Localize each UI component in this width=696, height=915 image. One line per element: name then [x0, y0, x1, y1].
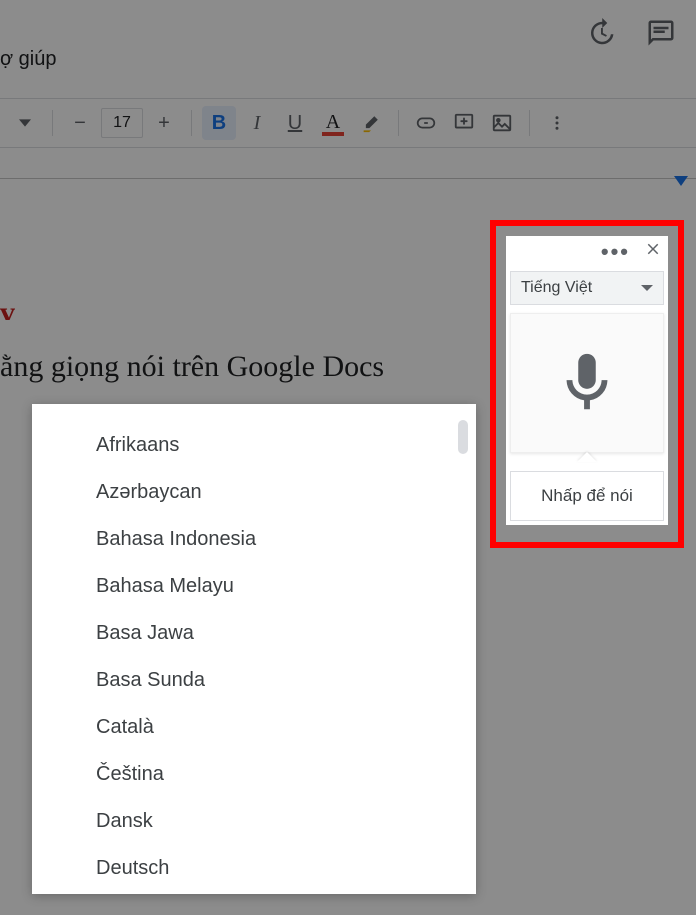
dropdown-caret-icon[interactable]	[8, 106, 42, 140]
add-comment-button[interactable]	[447, 106, 481, 140]
language-option[interactable]: Azərbaycan	[32, 469, 476, 516]
voice-typing-panel: ••• Tiếng Việt Nhấp để nói	[506, 236, 668, 525]
more-button[interactable]	[540, 106, 574, 140]
insert-image-button[interactable]	[485, 106, 519, 140]
separator	[529, 110, 530, 136]
ruler	[0, 178, 696, 179]
italic-button[interactable]: I	[240, 106, 274, 140]
voice-typing-highlight: ••• Tiếng Việt Nhấp để nói	[490, 220, 684, 548]
font-size-input[interactable]: 17	[101, 108, 143, 138]
language-option[interactable]: Català	[32, 704, 476, 751]
language-option[interactable]: Čeština	[32, 751, 476, 798]
underline-button[interactable]: U	[278, 106, 312, 140]
voice-language-select[interactable]: Tiếng Việt	[510, 271, 664, 305]
language-option[interactable]: Bahasa Indonesia	[32, 516, 476, 563]
font-size-decrease[interactable]: −	[63, 106, 97, 140]
microphone-icon	[552, 338, 622, 428]
text-color-button[interactable]: A	[316, 106, 350, 140]
toolbar: − 17 + B I U A	[0, 98, 696, 148]
menu-help[interactable]: ợ giúp	[0, 48, 56, 71]
separator	[191, 110, 192, 136]
bold-button[interactable]: B	[202, 106, 236, 140]
language-option[interactable]: Bahasa Melayu	[32, 563, 476, 610]
chevron-down-icon	[641, 285, 653, 291]
ruler-indent-marker[interactable]	[674, 176, 688, 186]
scrollbar-thumb[interactable]	[458, 420, 468, 454]
more-options-icon[interactable]: •••	[601, 247, 630, 257]
language-option[interactable]: Afrikaans	[32, 422, 476, 469]
voice-prompt-label: Nhấp để nói	[510, 471, 664, 521]
doc-text-fragment: v	[0, 296, 20, 320]
separator	[398, 110, 399, 136]
close-icon[interactable]	[644, 240, 662, 263]
language-option[interactable]: Deutsch	[32, 845, 476, 892]
history-icon[interactable]	[586, 18, 616, 53]
separator	[52, 110, 53, 136]
language-option[interactable]: Dansk	[32, 798, 476, 845]
microphone-button[interactable]	[510, 313, 664, 453]
language-option[interactable]: Basa Sunda	[32, 657, 476, 704]
comment-icon[interactable]	[646, 18, 676, 53]
language-dropdown-list[interactable]: AfrikaansAzərbaycanBahasa IndonesiaBahas…	[32, 404, 476, 894]
font-size-increase[interactable]: +	[147, 106, 181, 140]
highlight-button[interactable]	[354, 106, 388, 140]
insert-link-button[interactable]	[409, 106, 443, 140]
language-option[interactable]: Basa Jawa	[32, 610, 476, 657]
doc-heading: ằng giọng nói trên Google Docs	[0, 350, 384, 384]
voice-language-label: Tiếng Việt	[521, 279, 592, 297]
